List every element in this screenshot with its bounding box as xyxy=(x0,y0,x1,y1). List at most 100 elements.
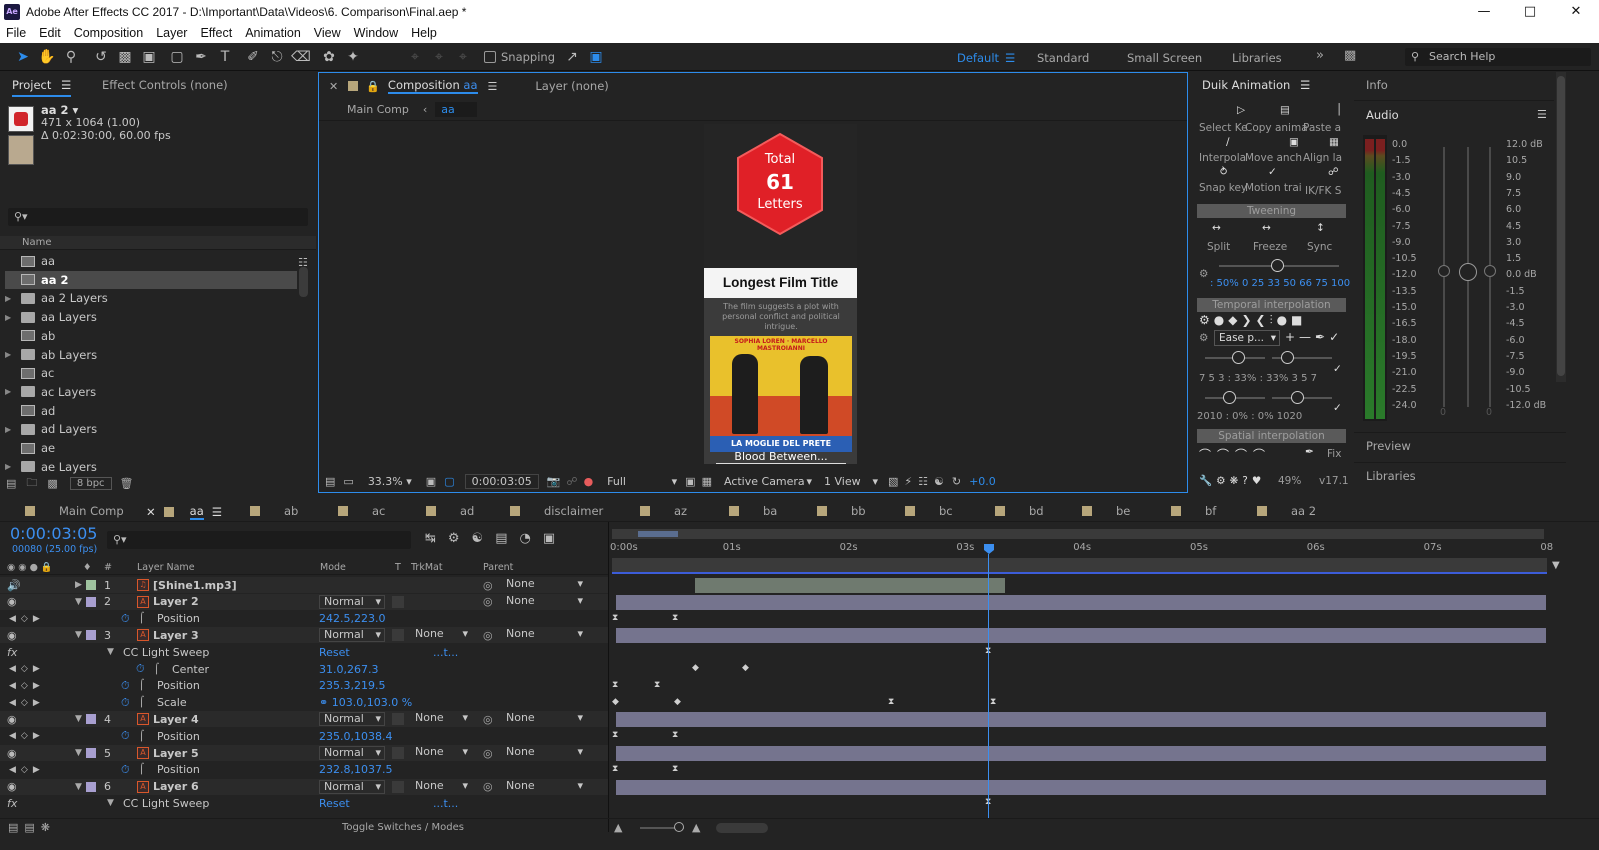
select-keys-icon[interactable]: ▷ xyxy=(1237,104,1245,116)
layer-parent-select[interactable]: None ▾ xyxy=(502,779,586,794)
hand-tool-icon[interactable]: ✋ xyxy=(36,46,58,68)
project-item[interactable]: ▶ aa Layers xyxy=(5,308,297,326)
monitor-icon[interactable]: ▭ xyxy=(343,475,353,488)
project-item[interactable]: ab xyxy=(5,327,297,345)
keyframe-marker[interactable]: ◆ xyxy=(692,663,699,673)
project-item[interactable]: ad xyxy=(5,402,297,420)
menu-animation[interactable]: Animation xyxy=(239,26,308,40)
timeline-layer-row[interactable]: ◉ ▼ 6 A Layer 6 Normal ▾ None ▾ ◎ None ▾ xyxy=(0,778,608,795)
show-snapshot-icon[interactable]: ☍ xyxy=(566,475,577,488)
navigator-bar[interactable] xyxy=(612,558,1547,574)
layer-duration-bar[interactable] xyxy=(616,594,1546,610)
split-icon[interactable]: ↔ xyxy=(1212,222,1221,234)
duik-paste-anim[interactable]: Paste a xyxy=(1303,122,1341,134)
property-value[interactable]: 31.0,267.3 xyxy=(319,663,378,676)
label-color-swatch[interactable] xyxy=(86,748,96,758)
timeline-icon[interactable]: ☷ xyxy=(918,475,928,488)
graph-icon[interactable]: ⌠ xyxy=(139,697,144,708)
keyframe-marker[interactable]: ⧗ xyxy=(612,680,618,690)
column-name[interactable]: Name xyxy=(22,237,52,248)
duik-snap-keys[interactable]: Snap key xyxy=(1199,182,1247,194)
time-ruler[interactable]: 0:00s 01s 02s 03s 04s 05s 06s 07s 08 xyxy=(610,540,1557,558)
rotate-tool-icon[interactable]: ↺ xyxy=(90,46,112,68)
stopwatch-icon[interactable]: ⏱ xyxy=(121,696,130,710)
expand-arrow-icon[interactable]: ▼ xyxy=(75,714,82,724)
menu-composition[interactable]: Composition xyxy=(68,26,150,40)
keyframe-marker[interactable]: ◆ xyxy=(742,663,749,673)
maximize-button[interactable]: □ xyxy=(1507,0,1553,23)
keyframe-marker[interactable]: ◆ xyxy=(612,697,619,707)
brush-tool-icon[interactable]: ✐ xyxy=(242,46,264,68)
fix-label[interactable]: Fix xyxy=(1327,448,1341,460)
fx-icon[interactable]: fx xyxy=(7,797,17,810)
project-item[interactable]: aa 2 xyxy=(5,270,297,289)
fast-previews-icon[interactable]: ⚡ xyxy=(904,475,912,488)
resolution-select[interactable]: Full ▾ xyxy=(603,474,681,489)
workspace-default[interactable]: Default xyxy=(957,51,999,65)
ease-in-thumb[interactable] xyxy=(1232,351,1245,364)
spatial-type-icons[interactable]: ⌒⌒⌒⌒ xyxy=(1199,446,1271,463)
timeline-layer-row[interactable]: 🔊 ▶ 1 ♫ [Shine1.mp3] ◎ None ▾ xyxy=(0,577,608,593)
property-value[interactable]: 232.8,1037.5 xyxy=(319,763,392,776)
tab-layer[interactable]: Layer (none) xyxy=(535,79,608,93)
preview-tab[interactable]: Preview xyxy=(1366,439,1411,453)
breadcrumb-main-comp[interactable]: Main Comp xyxy=(347,103,409,116)
minimize-button[interactable]: — xyxy=(1461,0,1507,23)
roto-brush-tool-icon[interactable]: ✿ xyxy=(318,46,340,68)
keyframe-nav-icons[interactable]: ◀◇▶ xyxy=(9,698,45,708)
breadcrumb-current[interactable]: aa xyxy=(435,102,477,117)
project-item[interactable]: ae xyxy=(5,439,297,457)
zoom-tool-icon[interactable]: ⚲ xyxy=(60,46,82,68)
duik-title[interactable]: Duik Animation ☰ xyxy=(1202,78,1310,92)
preserve-transparency-toggle[interactable] xyxy=(392,780,404,793)
timeline-current-time[interactable]: 0:00:03:05 xyxy=(10,524,97,543)
keyframe-marker[interactable]: ⧗ xyxy=(612,613,618,623)
apply-check-icon[interactable]: ✓ xyxy=(1333,363,1342,375)
timeline-tab[interactable]: Main Comp xyxy=(25,504,124,518)
timeline-layer-row[interactable]: ◉ ▼ 3 A Layer 3 Normal ▾ None ▾ ◎ None ▾ xyxy=(0,627,608,644)
timeline-tab[interactable]: ab xyxy=(250,504,298,518)
layer-duration-bar[interactable] xyxy=(616,746,1546,761)
property-value[interactable]: Reset xyxy=(319,797,350,810)
tab-composition[interactable]: Composition aa xyxy=(387,78,478,94)
property-row[interactable]: ◀◇▶ ⏱ ⌠ Center 31.0,267.3 xyxy=(0,661,608,677)
clone-stamp-tool-icon[interactable]: ⎋ xyxy=(266,46,288,68)
layer-duration-bar[interactable] xyxy=(616,779,1546,795)
timeline-layer-row[interactable]: ◉ ▼ 5 A Layer 5 Normal ▾ None ▾ ◎ None ▾ xyxy=(0,745,608,761)
apply-check-icon[interactable]: ✓ xyxy=(1333,402,1342,414)
align-layers-icon[interactable]: ▦ xyxy=(1329,136,1339,148)
layer-name[interactable]: Layer 5 xyxy=(153,747,199,760)
column-parent[interactable]: Parent xyxy=(483,562,513,573)
current-time-display[interactable]: 0:00:03:05 xyxy=(464,473,539,489)
panel-menu-icon[interactable]: ☰ xyxy=(212,505,222,519)
ease-influence-values[interactable]: 7 5 3 : 33% : 33% 3 5 7 xyxy=(1199,373,1317,384)
label-color-swatch[interactable] xyxy=(86,781,96,792)
eye-icon[interactable]: ◉ xyxy=(7,629,17,642)
keyframe-marker[interactable]: ⧗ xyxy=(612,764,618,774)
trash-icon[interactable]: 🗑 xyxy=(120,477,134,490)
stopwatch-icon[interactable]: ⏱ xyxy=(121,612,130,626)
tab-project[interactable]: Project ☰ xyxy=(12,78,72,97)
audio-layer-bar[interactable] xyxy=(695,578,1005,593)
layer-parent-select[interactable]: None ▾ xyxy=(502,594,586,609)
layer-name[interactable]: Layer 2 xyxy=(153,595,199,608)
timeline-layer-row[interactable]: ◉ ▼ 2 A Layer 2 Normal ▾ ◎ None ▾ xyxy=(0,593,608,610)
property-row[interactable]: ◀◇▶ ⏱ ⌠ Position 242.5,223.0 xyxy=(0,611,608,627)
layer-trkmat-select[interactable]: None ▾ xyxy=(411,746,471,760)
pick-whip-icon[interactable]: ◎ xyxy=(483,595,493,608)
axis-view-icon[interactable]: ⌖ xyxy=(452,46,474,68)
new-composition-icon[interactable]: ▩ xyxy=(47,477,57,490)
timeline-search-input[interactable]: ⚲▾ xyxy=(107,531,411,549)
exposure-value[interactable]: +0.0 xyxy=(969,475,996,488)
snap-keys-icon[interactable]: ⥁ xyxy=(1220,166,1227,178)
snapshot-icon[interactable]: 📷 xyxy=(547,475,561,488)
project-item[interactable]: ▶ ab Layers xyxy=(5,346,297,364)
layer-mode-select[interactable]: Normal ▾ xyxy=(319,628,385,643)
timeline-zoom-scroll[interactable]: ▼ xyxy=(1552,560,1564,820)
layer-parent-select[interactable]: None ▾ xyxy=(502,578,586,592)
pick-whip-icon[interactable]: ◎ xyxy=(483,747,493,760)
expand-arrow-icon[interactable]: ▶ xyxy=(5,462,15,471)
duik-interpolate[interactable]: Interpola xyxy=(1199,152,1246,164)
expand-arrow-icon[interactable]: ▼ xyxy=(107,798,114,808)
preserve-transparency-toggle[interactable] xyxy=(392,747,404,759)
